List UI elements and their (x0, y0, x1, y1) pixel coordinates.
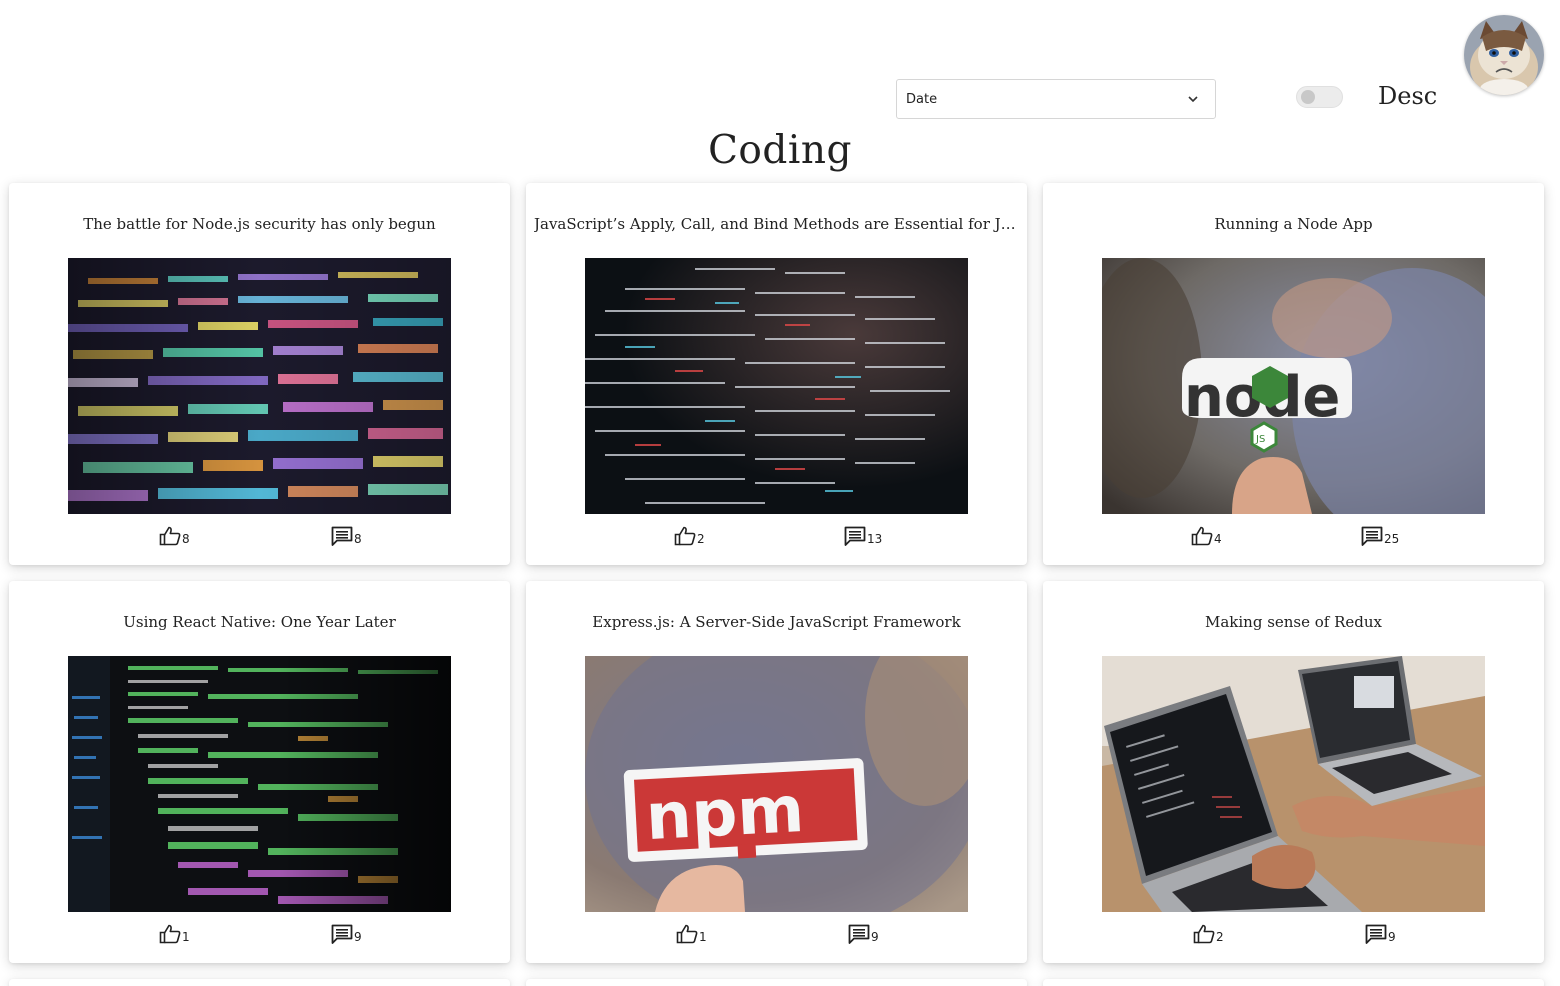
comment-icon (331, 526, 353, 546)
sort-order-toggle[interactable] (1296, 86, 1343, 108)
like-stat[interactable]: 2 (674, 526, 705, 546)
post-title[interactable]: JavaScript’s Apply, Call, and Bind Metho… (534, 215, 1019, 233)
npm-sticker-image: npm (585, 656, 968, 912)
like-stat[interactable]: 2 (1193, 924, 1224, 944)
post-card[interactable]: Running a Node App node JS 4 25 (1043, 183, 1544, 565)
comment-count: 9 (354, 930, 362, 944)
thumbs-up-icon (1191, 526, 1213, 546)
svg-text:npm: npm (644, 773, 806, 855)
green-code-editor-image (68, 656, 451, 912)
comment-stat[interactable]: 13 (844, 526, 882, 546)
comment-icon (848, 924, 870, 944)
comment-count: 8 (354, 532, 362, 546)
toggle-knob (1301, 90, 1315, 104)
like-stat[interactable]: 8 (159, 526, 190, 546)
post-title[interactable]: Making sense of Redux (1051, 613, 1536, 631)
avatar[interactable] (1464, 15, 1544, 95)
dark-code-screen-image (585, 258, 968, 514)
thumbs-up-icon (676, 924, 698, 944)
comment-count: 9 (1388, 930, 1396, 944)
post-image[interactable] (68, 656, 451, 912)
thumbs-up-icon (159, 924, 181, 944)
sort-order-label: Desc (1378, 82, 1438, 110)
thumbs-up-icon (159, 526, 181, 546)
thumbs-up-icon (1193, 924, 1215, 944)
post-card[interactable]: Using React Native: One Year Later 1 9 (9, 581, 510, 963)
top-bar: Date Desc (0, 0, 1560, 130)
like-count: 1 (182, 930, 190, 944)
post-image[interactable]: npm (585, 656, 968, 912)
node-sticker-image: node JS (1102, 258, 1485, 514)
comment-count: 13 (867, 532, 883, 546)
post-image[interactable]: node JS (1102, 258, 1485, 514)
colorful-code-screen-image (68, 258, 451, 514)
comment-stat[interactable]: 9 (331, 924, 362, 944)
like-count: 2 (697, 532, 705, 546)
post-image[interactable] (585, 258, 968, 514)
comment-stat[interactable]: 25 (1361, 526, 1399, 546)
page-title: Coding (708, 128, 852, 173)
comment-stat[interactable]: 8 (331, 526, 362, 546)
post-image[interactable] (1102, 656, 1485, 912)
like-count: 1 (699, 930, 707, 944)
sort-select-value: Date (906, 91, 938, 107)
like-stat[interactable]: 1 (676, 924, 707, 944)
post-card-partial[interactable] (9, 979, 510, 986)
comment-icon (844, 526, 866, 546)
post-card-partial[interactable] (526, 979, 1027, 986)
post-card[interactable]: Express.js: A Server-Side JavaScript Fra… (526, 581, 1027, 963)
comment-icon (1361, 526, 1383, 546)
like-stat[interactable]: 1 (159, 924, 190, 944)
post-title[interactable]: Using React Native: One Year Later (17, 613, 502, 631)
sort-select[interactable]: Date (896, 79, 1216, 119)
comment-icon (331, 924, 353, 944)
post-card[interactable]: Making sense of Redux 2 9 (1043, 581, 1544, 963)
comment-icon (1365, 924, 1387, 944)
comment-count: 25 (1384, 532, 1400, 546)
like-stat[interactable]: 4 (1191, 526, 1222, 546)
like-count: 2 (1216, 930, 1224, 944)
post-image[interactable] (68, 258, 451, 514)
like-count: 8 (182, 532, 190, 546)
post-card-partial[interactable] (1043, 979, 1544, 986)
post-title[interactable]: Running a Node App (1051, 215, 1536, 233)
post-title[interactable]: Express.js: A Server-Side JavaScript Fra… (534, 613, 1019, 631)
post-card[interactable]: The battle for Node.js security has only… (9, 183, 510, 565)
laptops-on-desk-image (1102, 656, 1485, 912)
comment-stat[interactable]: 9 (848, 924, 879, 944)
post-card[interactable]: JavaScript’s Apply, Call, and Bind Metho… (526, 183, 1027, 565)
post-title[interactable]: The battle for Node.js security has only… (17, 215, 502, 233)
like-count: 4 (1214, 532, 1222, 546)
comment-stat[interactable]: 9 (1365, 924, 1396, 944)
chevron-down-icon (1188, 96, 1198, 103)
thumbs-up-icon (674, 526, 696, 546)
comment-count: 9 (871, 930, 879, 944)
svg-text:JS: JS (1255, 434, 1265, 445)
grumpy-cat-avatar-icon (1464, 15, 1544, 95)
